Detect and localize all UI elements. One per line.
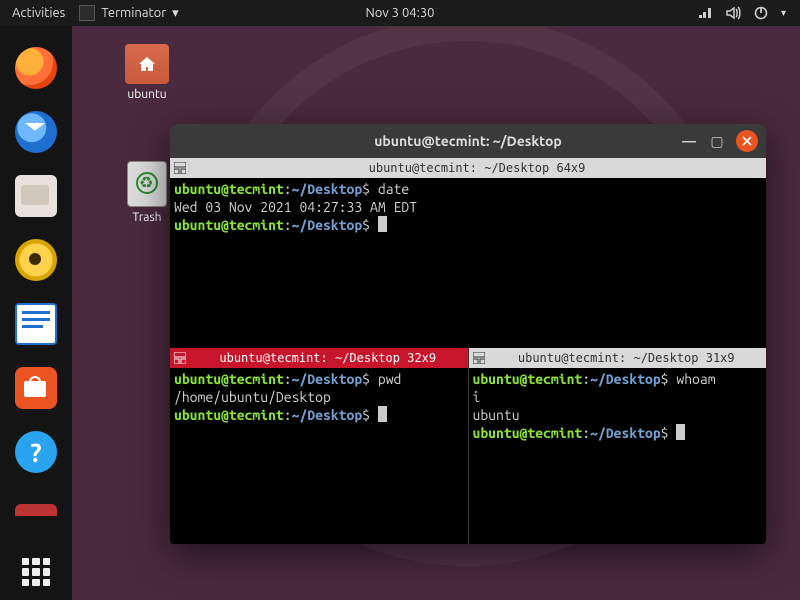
pane-header-label: ubuntu@tecmint: ~/Desktop 64x9: [192, 161, 762, 175]
music-player-icon: [15, 239, 57, 281]
split-layout-icon: [473, 352, 485, 364]
pane-header-bottom-left[interactable]: ubuntu@tecmint: ~/Desktop 32x9: [170, 348, 468, 368]
dock-item-rhythmbox[interactable]: [12, 236, 60, 284]
window-titlebar[interactable]: ubuntu@tecmint: ~/Desktop — ▢: [170, 124, 766, 158]
terminator-panes: ubuntu@tecmint: ~/Desktop 64x9 ubuntu@te…: [170, 158, 766, 544]
clock[interactable]: Nov 3 04:30: [365, 6, 434, 20]
terminal-body-top[interactable]: ubuntu@tecmint:~/Desktop$ date Wed 03 No…: [170, 178, 766, 348]
window-maximize-button[interactable]: ▢: [708, 132, 726, 150]
pane-top[interactable]: ubuntu@tecmint: ~/Desktop 64x9 ubuntu@te…: [170, 158, 766, 348]
split-layout-icon: [174, 162, 186, 174]
firefox-icon: [15, 47, 57, 89]
power-icon[interactable]: [753, 5, 769, 21]
system-menu-arrow-icon[interactable]: ▾: [781, 7, 786, 19]
terminal-body-bottom-left[interactable]: ubuntu@tecmint:~/Desktop$ pwd /home/ubun…: [170, 368, 468, 544]
pane-bottom-right[interactable]: ubuntu@tecmint: ~/Desktop 31x9 ubuntu@te…: [469, 348, 767, 544]
dock-item-files[interactable]: [12, 172, 60, 220]
cursor-icon: [378, 216, 387, 232]
network-icon[interactable]: [697, 5, 713, 21]
dock-item-terminator[interactable]: [12, 486, 60, 534]
terminator-window[interactable]: ubuntu@tecmint: ~/Desktop — ▢ ubuntu@tec…: [170, 124, 766, 544]
split-layout-icon: [174, 352, 186, 364]
system-tray[interactable]: ▾: [697, 5, 800, 21]
cursor-icon: [676, 424, 685, 440]
dock-item-writer[interactable]: [12, 300, 60, 348]
app-menu-arrow-icon: ▾: [172, 6, 179, 21]
activities-button[interactable]: Activities: [12, 6, 65, 20]
desktop-icon-home[interactable]: ubuntu: [110, 44, 184, 101]
cursor-icon: [378, 406, 387, 422]
close-icon: [742, 136, 752, 146]
document-editor-icon: [15, 303, 57, 345]
help-icon: ?: [15, 431, 57, 473]
terminator-app-icon: [79, 5, 95, 21]
dock-item-thunderbird[interactable]: [12, 108, 60, 156]
pane-header-label: ubuntu@tecmint: ~/Desktop 32x9: [192, 351, 464, 365]
dock: ?: [0, 26, 72, 600]
pane-bottom-left[interactable]: ubuntu@tecmint: ~/Desktop 32x9 ubuntu@te…: [170, 348, 469, 544]
files-icon: [15, 175, 57, 217]
window-title: ubuntu@tecmint: ~/Desktop: [170, 133, 766, 149]
window-close-button[interactable]: [736, 130, 758, 152]
pane-header-label: ubuntu@tecmint: ~/Desktop 31x9: [491, 351, 763, 365]
app-menu[interactable]: Terminator ▾: [79, 5, 178, 21]
trash-icon: ♻: [127, 161, 167, 207]
volume-icon[interactable]: [725, 5, 741, 21]
desktop-icon-label: ubuntu: [110, 88, 184, 101]
terminal-body-bottom-right[interactable]: ubuntu@tecmint:~/Desktop$ whoam i ubuntu…: [469, 368, 767, 544]
home-folder-icon: [125, 44, 169, 84]
software-store-icon: [15, 367, 57, 409]
terminator-dock-icon: [15, 504, 57, 516]
dock-item-help[interactable]: ?: [12, 428, 60, 476]
desktop[interactable]: ubuntu ♻ Trash ubuntu@tecmint: ~/Desktop…: [72, 26, 800, 600]
pane-header-top[interactable]: ubuntu@tecmint: ~/Desktop 64x9: [170, 158, 766, 178]
dock-item-firefox[interactable]: [12, 44, 60, 92]
window-minimize-button[interactable]: —: [680, 132, 698, 150]
app-menu-label: Terminator: [101, 6, 166, 20]
pane-header-bottom-right[interactable]: ubuntu@tecmint: ~/Desktop 31x9: [469, 348, 767, 368]
thunderbird-icon: [15, 111, 57, 153]
top-panel: Activities Terminator ▾ Nov 3 04:30 ▾: [0, 0, 800, 26]
dock-item-software[interactable]: [12, 364, 60, 412]
show-applications-button[interactable]: [22, 558, 50, 586]
